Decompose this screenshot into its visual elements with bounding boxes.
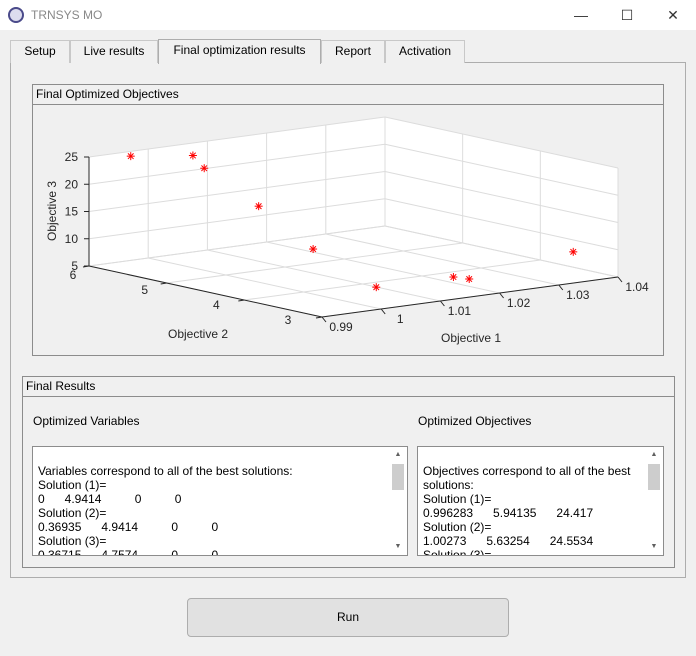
data-point-asterisk bbox=[254, 202, 263, 211]
objectives-3d-scatter-plot[interactable]: 0.9911.011.021.031.043456510152025Object… bbox=[33, 105, 663, 355]
text-line: Solution (2)= bbox=[38, 506, 107, 520]
text-line bbox=[423, 450, 630, 464]
tab-report[interactable]: Report bbox=[321, 40, 385, 63]
text-line: solutions: bbox=[423, 478, 474, 492]
optimized-objectives-label: Optimized Objectives bbox=[418, 414, 532, 428]
text-line: Objectives correspond to all of the best bbox=[423, 464, 631, 478]
data-point-asterisk bbox=[309, 245, 318, 254]
maximize-button[interactable]: ☐ bbox=[604, 0, 650, 30]
text-line: 0.36935 4.9414 0 0 bbox=[38, 520, 219, 534]
scroll-thumb[interactable] bbox=[648, 464, 660, 490]
close-button[interactable]: ✕ bbox=[650, 0, 696, 30]
title-bar: TRNSYS MO — ☐ ✕ bbox=[0, 0, 696, 30]
scroll-down-icon[interactable]: ▼ bbox=[646, 540, 662, 554]
run-button[interactable]: Run bbox=[187, 598, 509, 637]
x-tick bbox=[558, 284, 564, 291]
y-axis-title: Objective 2 bbox=[168, 327, 228, 341]
text-line: Solution (1)= bbox=[423, 492, 492, 506]
scroll-thumb[interactable] bbox=[392, 464, 404, 490]
text-line: Solution (3)= bbox=[38, 534, 107, 548]
window-title: TRNSYS MO bbox=[31, 8, 103, 22]
x-tick bbox=[321, 316, 327, 323]
data-point-asterisk bbox=[569, 247, 578, 256]
y-tick-label: 5 bbox=[141, 283, 148, 297]
x-tick bbox=[499, 292, 504, 299]
text-line: 0.36715 4.7574 0 0 bbox=[38, 548, 219, 556]
scroll-down-icon[interactable]: ▼ bbox=[390, 540, 406, 554]
y-tick bbox=[315, 316, 323, 319]
scroll-up-icon[interactable]: ▲ bbox=[646, 448, 662, 462]
y-tick bbox=[238, 299, 245, 302]
app-icon bbox=[8, 7, 24, 23]
tab-final-optimization-results[interactable]: Final optimization results bbox=[158, 39, 321, 64]
data-point-asterisk bbox=[372, 283, 381, 292]
x-tick-label: 1 bbox=[397, 312, 404, 326]
z-tick-label: 10 bbox=[65, 232, 79, 246]
text-line: Solution (1)= bbox=[38, 478, 107, 492]
x-tick bbox=[380, 308, 386, 315]
y-tick bbox=[160, 282, 167, 285]
panel-title: Final Results bbox=[23, 377, 674, 397]
text-line: 0 4.9414 0 0 bbox=[38, 492, 182, 506]
z-tick-label: 15 bbox=[65, 205, 79, 219]
data-point-asterisk bbox=[200, 164, 209, 173]
panel-title: Final Optimized Objectives bbox=[33, 85, 663, 105]
data-point-asterisk bbox=[449, 273, 458, 282]
x-tick bbox=[440, 300, 445, 307]
x-tick-label: 1.04 bbox=[625, 280, 649, 294]
tab-activation[interactable]: Activation bbox=[385, 40, 465, 63]
objectives-text: Objectives correspond to all of the best… bbox=[423, 450, 631, 556]
scroll-up-icon[interactable]: ▲ bbox=[390, 448, 406, 462]
scrollbar[interactable]: ▲ ▼ bbox=[646, 448, 662, 554]
x-axis-title: Objective 1 bbox=[441, 331, 501, 345]
text-line: 0.996283 5.94135 24.417 bbox=[423, 506, 594, 520]
optimized-variables-label: Optimized Variables bbox=[33, 414, 140, 428]
x-tick-label: 0.99 bbox=[329, 320, 353, 334]
z-axis-title: Objective 3 bbox=[45, 181, 59, 241]
z-tick-label: 5 bbox=[71, 259, 78, 273]
text-line: Solution (3)= bbox=[423, 548, 492, 556]
z-tick-label: 20 bbox=[65, 177, 79, 191]
text-line: Solution (2)= bbox=[423, 520, 492, 534]
data-point-asterisk bbox=[465, 275, 474, 284]
z-tick-label: 25 bbox=[65, 150, 79, 164]
tab-setup[interactable]: Setup bbox=[10, 40, 70, 63]
x-tick-label: 1.02 bbox=[507, 296, 531, 310]
y-tick-label: 4 bbox=[213, 298, 220, 312]
x-tick bbox=[617, 276, 623, 283]
variables-text: Variables correspond to all of the best … bbox=[38, 450, 293, 556]
minimize-button[interactable]: — bbox=[558, 0, 604, 30]
scrollbar[interactable]: ▲ ▼ bbox=[390, 448, 406, 554]
text-line bbox=[38, 450, 293, 464]
x-tick-label: 1.03 bbox=[566, 288, 590, 302]
x-tick-label: 1.01 bbox=[448, 304, 472, 318]
tab-live-results[interactable]: Live results bbox=[70, 40, 158, 63]
optimized-objectives-textarea[interactable]: Objectives correspond to all of the best… bbox=[417, 446, 664, 556]
text-line: 1.00273 5.63254 24.5534 bbox=[423, 534, 594, 548]
text-line: Variables correspond to all of the best … bbox=[38, 464, 293, 478]
y-tick-label: 3 bbox=[285, 313, 292, 327]
optimized-variables-textarea[interactable]: Variables correspond to all of the best … bbox=[32, 446, 408, 556]
